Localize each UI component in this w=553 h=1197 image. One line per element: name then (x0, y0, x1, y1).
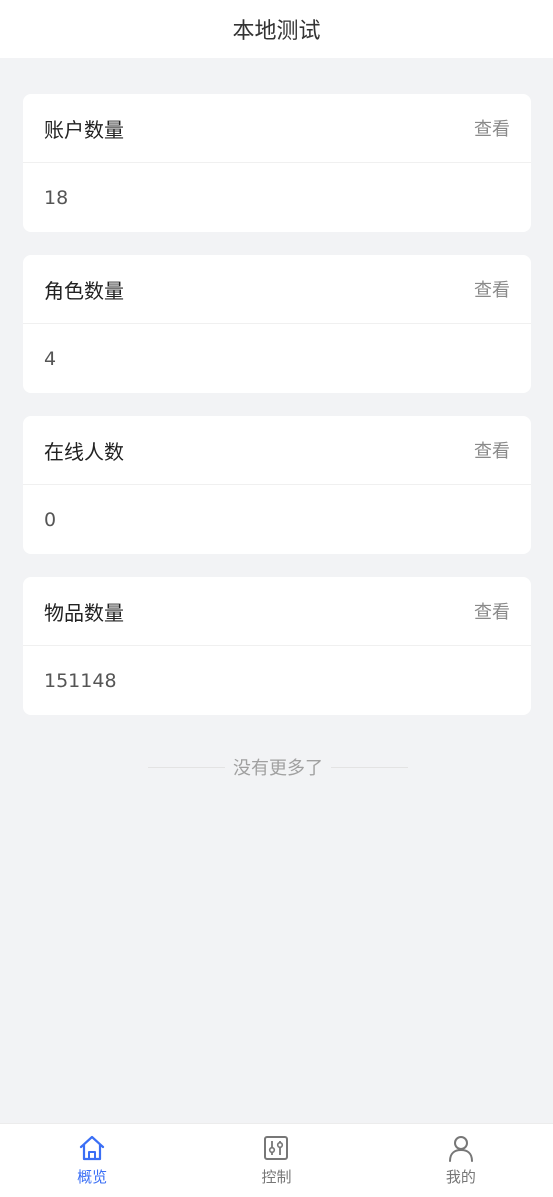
tab-mine[interactable]: 我的 (369, 1124, 553, 1197)
card-body: 18 (23, 163, 531, 232)
stat-card-items: 物品数量 查看 151148 (23, 577, 531, 715)
stat-card-roles: 角色数量 查看 4 (23, 255, 531, 393)
tab-control[interactable]: 控制 (184, 1124, 368, 1197)
list-end-divider: 没有更多了 (148, 752, 408, 782)
card-value: 0 (44, 508, 57, 531)
card-value: 18 (44, 186, 69, 209)
card-header: 账户数量 查看 (23, 94, 531, 163)
card-title: 角色数量 (44, 278, 124, 303)
tab-label: 控制 (261, 1168, 292, 1186)
card-body: 151148 (23, 646, 531, 715)
user-icon (448, 1136, 473, 1162)
divider-line (331, 766, 408, 768)
stats-list: 账户数量 查看 18 角色数量 查看 4 在线人数 查看 0 物品数量 查看 1… (23, 94, 531, 738)
home-icon (80, 1135, 105, 1161)
stat-card-online: 在线人数 查看 0 (23, 416, 531, 554)
view-link[interactable]: 查看 (474, 437, 510, 463)
card-body: 0 (23, 485, 531, 554)
view-link[interactable]: 查看 (474, 598, 510, 624)
card-header: 物品数量 查看 (23, 577, 531, 646)
bottom-tabbar: 概览 控制 我的 (0, 1123, 553, 1197)
card-value: 151148 (44, 669, 117, 692)
view-link[interactable]: 查看 (474, 115, 510, 141)
sliders-icon (264, 1136, 289, 1160)
page-title: 本地测试 (232, 19, 321, 44)
card-header: 角色数量 查看 (23, 255, 531, 324)
tab-overview[interactable]: 概览 (0, 1124, 184, 1197)
nav-bar: 本地测试 (0, 0, 553, 58)
stat-card-accounts: 账户数量 查看 18 (23, 94, 531, 232)
card-title: 在线人数 (44, 439, 124, 464)
tab-label: 概览 (77, 1168, 108, 1186)
view-link[interactable]: 查看 (474, 276, 510, 302)
tab-label: 我的 (445, 1168, 476, 1186)
card-header: 在线人数 查看 (23, 416, 531, 485)
divider-line (148, 766, 225, 768)
card-title: 物品数量 (44, 600, 124, 625)
card-value: 4 (44, 347, 57, 370)
card-title: 账户数量 (44, 117, 124, 142)
card-body: 4 (23, 324, 531, 393)
no-more-text: 没有更多了 (233, 758, 323, 779)
